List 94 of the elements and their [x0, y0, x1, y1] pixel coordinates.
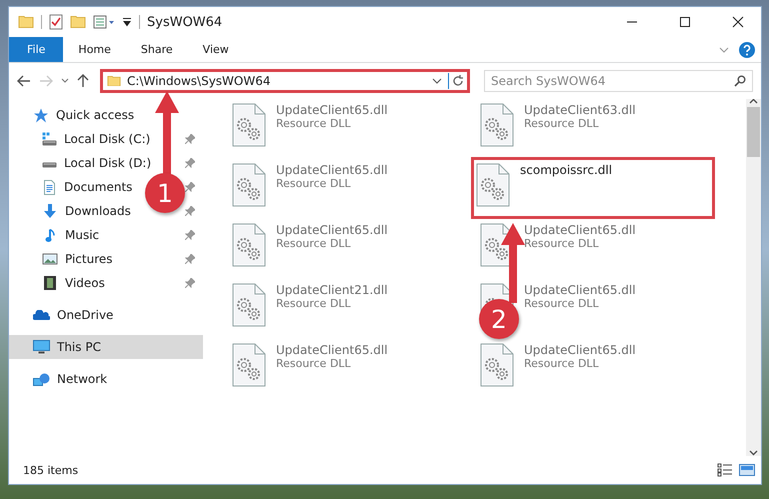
item-count: 185 items: [23, 464, 80, 476]
large-icons-view-button[interactable]: [739, 463, 755, 477]
refresh-icon: [452, 75, 464, 87]
down-arrow-icon: [43, 204, 57, 218]
large-icons-view-icon: [739, 463, 755, 477]
pin-icon[interactable]: [185, 182, 195, 192]
monitor-icon: [33, 340, 50, 354]
dll-file-icon: [480, 103, 514, 147]
picture-icon: [42, 253, 58, 265]
dll-file-icon: [232, 163, 266, 207]
pin-icon[interactable]: [185, 206, 195, 216]
ribbon-tab[interactable]: Share: [126, 37, 188, 62]
pin-icon[interactable]: [185, 134, 195, 144]
up-button[interactable]: [77, 74, 89, 88]
file-type: Resource DLL: [276, 357, 352, 370]
music-note-icon: [45, 228, 55, 242]
file-name[interactable]: UpdateClient65.dll: [276, 343, 388, 357]
sidebar-item[interactable]: This PC: [9, 335, 203, 359]
file-name[interactable]: UpdateClient65.dll: [276, 103, 388, 117]
file-name[interactable]: scompoissrc.dll: [520, 163, 612, 177]
scroll-down-button[interactable]: [749, 450, 758, 456]
file-name[interactable]: UpdateClient65.dll: [524, 223, 636, 237]
sidebar-item[interactable]: Quick access: [9, 103, 203, 127]
file-type: Resource DLL: [276, 117, 352, 130]
network-icon: [33, 372, 50, 386]
dll-file-icon: [232, 283, 266, 327]
sidebar-item[interactable]: OneDrive: [9, 303, 203, 327]
window-title: SysWOW64: [147, 14, 224, 30]
step-number-badge: 1: [145, 173, 185, 213]
search-field[interactable]: Search SysWOW64: [484, 70, 753, 92]
file-type: Resource DLL: [276, 177, 352, 190]
checklist-icon[interactable]: [49, 14, 63, 30]
dll-file-icon: [232, 103, 266, 147]
right-arrow-icon: [39, 75, 53, 87]
scroll-thumb[interactable]: [747, 107, 760, 157]
dll-file-icon: [480, 343, 514, 387]
file-menu-button[interactable]: File: [9, 37, 64, 62]
details-view-icon: [717, 463, 733, 477]
file-name[interactable]: UpdateClient65.dll: [524, 283, 636, 297]
scrollbar[interactable]: [746, 99, 761, 456]
file-name[interactable]: UpdateClient63.dll: [524, 103, 636, 117]
minimize-icon: [627, 21, 637, 23]
sidebar-item[interactable]: Videos: [65, 276, 105, 290]
ribbon-tab[interactable]: View: [188, 37, 244, 62]
maximize-icon: [680, 17, 690, 27]
file-type: Resource DLL: [276, 297, 352, 310]
selection-highlight[interactable]: scompoissrc.dll: [473, 159, 713, 217]
search-icon: [734, 75, 746, 87]
file-name[interactable]: UpdateClient65.dll: [524, 343, 636, 357]
chevron-down-icon: [749, 450, 758, 456]
sidebar-item[interactable]: Documents: [64, 180, 132, 194]
pin-icon[interactable]: [185, 158, 195, 168]
details-view-button[interactable]: [717, 463, 733, 477]
dll-file-icon: [232, 223, 266, 267]
left-arrow-icon: [17, 75, 31, 87]
pin-icon[interactable]: [185, 278, 195, 288]
chevron-down-icon: [61, 78, 69, 84]
scroll-up-button[interactable]: [749, 99, 758, 105]
pin-icon[interactable]: [185, 254, 195, 264]
sidebar-item[interactable]: Pictures: [65, 252, 113, 266]
sidebar-item[interactable]: Network: [9, 367, 203, 391]
file-type: Resource DLL: [524, 357, 600, 370]
star-icon: [33, 108, 49, 122]
file-name[interactable]: UpdateClient65.dll: [276, 163, 388, 177]
drive-icon: [42, 162, 57, 168]
document-icon: [44, 180, 55, 194]
chevron-down-icon[interactable]: [432, 78, 442, 84]
sidebar-item[interactable]: Music: [65, 228, 100, 242]
sidebar-item[interactable]: Local Disk (D:): [64, 156, 152, 170]
file-type: Resource DLL: [276, 237, 352, 250]
ribbon-tab[interactable]: Home: [63, 37, 126, 62]
back-button[interactable]: [17, 75, 31, 87]
dll-file-icon: [232, 343, 266, 387]
customize-arrow-icon[interactable]: [122, 18, 132, 26]
help-icon[interactable]: [739, 42, 755, 58]
sidebar-item[interactable]: Downloads: [65, 204, 131, 218]
recent-locations-button[interactable]: [61, 78, 69, 84]
file-type: Resource DLL: [524, 237, 600, 250]
file-type: Resource DLL: [524, 117, 600, 130]
film-icon: [44, 276, 56, 290]
up-arrow-icon: [77, 74, 89, 88]
file-name[interactable]: UpdateClient21.dll: [276, 283, 388, 297]
file-name[interactable]: UpdateClient65.dll: [276, 223, 388, 237]
step-number-badge: 2: [479, 299, 519, 339]
drive-icon: [42, 132, 57, 146]
address-bar[interactable]: C:\Windows\SysWOW64: [100, 69, 470, 93]
close-icon: [732, 16, 744, 28]
file-type: Resource DLL: [524, 297, 600, 310]
dll-file-icon: [476, 163, 510, 207]
chevron-up-icon: [749, 99, 758, 105]
sidebar-item[interactable]: Local Disk (C:): [64, 132, 150, 146]
pin-icon[interactable]: [185, 230, 195, 240]
properties-icon[interactable]: [93, 15, 115, 29]
cloud-icon: [33, 310, 50, 320]
